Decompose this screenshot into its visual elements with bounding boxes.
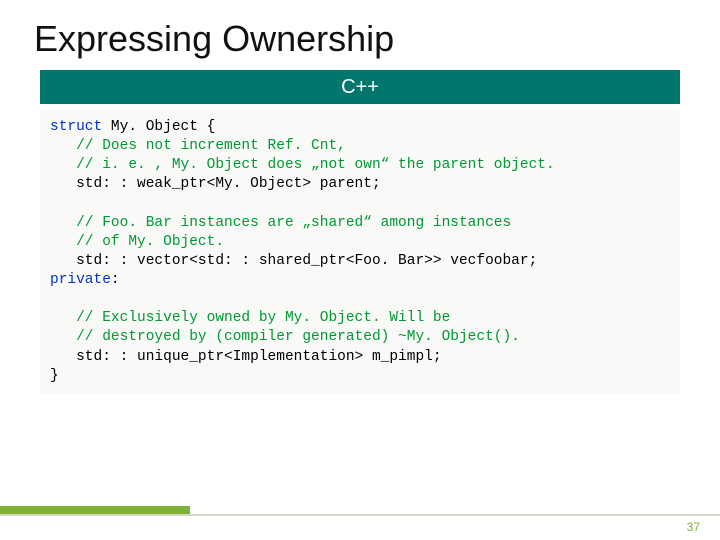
code-keyword-struct: struct (50, 119, 102, 135)
code-text: std: : weak_ptr<My. Object> parent; (50, 176, 381, 192)
language-banner-label: C++ (341, 76, 379, 99)
code-block: struct My. Object { // Does not incremen… (40, 110, 680, 394)
page-number: 37 (687, 520, 700, 534)
code-comment: // Exclusively owned by My. Object. Will… (50, 310, 450, 326)
slide: Expressing Ownership C++ struct My. Obje… (0, 0, 720, 540)
code-comment: // of My. Object. (50, 234, 224, 250)
code-text: : (111, 272, 120, 288)
code-text: std: : unique_ptr<Implementation> m_pimp… (50, 349, 442, 365)
footer-divider (0, 514, 720, 516)
footer-accent (0, 506, 190, 514)
code-text: std: : vector<std: : shared_ptr<Foo. Bar… (50, 253, 537, 269)
footer-bar (0, 506, 720, 514)
code-content: struct My. Object { // Does not incremen… (50, 118, 670, 386)
slide-title: Expressing Ownership (28, 18, 692, 60)
code-keyword-private: private (50, 272, 111, 288)
code-comment: // i. e. , My. Object does „not own“ the… (50, 157, 555, 173)
code-comment: // Foo. Bar instances are „shared“ among… (50, 215, 511, 231)
code-comment: // Does not increment Ref. Cnt, (50, 138, 346, 154)
code-text: } (50, 368, 59, 384)
code-comment: // destroyed by (compiler generated) ~My… (50, 329, 520, 345)
language-banner: C++ (40, 70, 680, 104)
code-text: My. Object { (102, 119, 215, 135)
